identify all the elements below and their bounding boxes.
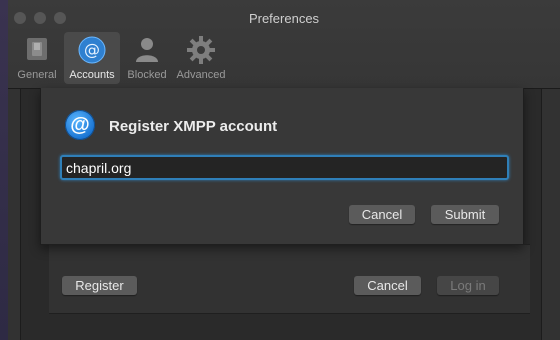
tab-blocked[interactable]: Blocked xyxy=(122,32,172,84)
login-panel-lower xyxy=(49,313,530,340)
cancel-button[interactable]: Cancel xyxy=(354,276,421,295)
register-sheet: @ Register XMPP account Cancel Submit xyxy=(40,88,524,245)
sheet-title: Register XMPP account xyxy=(109,118,278,135)
person-icon xyxy=(133,35,161,66)
server-input[interactable] xyxy=(60,155,509,180)
switch-icon xyxy=(23,35,51,66)
gear-icon xyxy=(186,35,216,68)
svg-text:@: @ xyxy=(84,40,100,59)
sheet-cancel-button[interactable]: Cancel xyxy=(349,205,415,224)
tab-blocked-label: Blocked xyxy=(127,69,167,81)
tab-accounts-label: Accounts xyxy=(69,69,115,81)
login-button[interactable]: Log in xyxy=(437,276,499,295)
tab-general[interactable]: General xyxy=(14,32,60,84)
submit-button[interactable]: Submit xyxy=(431,205,499,224)
desktop-background xyxy=(0,0,8,340)
at-sign-icon: @ xyxy=(65,110,95,140)
tab-advanced[interactable]: Advanced xyxy=(172,32,230,84)
window-title: Preferences xyxy=(248,11,320,26)
at-sign-icon: @ xyxy=(77,35,107,68)
tab-general-label: General xyxy=(17,69,57,81)
toolbar: Preferences General @ Accounts Blocked A… xyxy=(8,0,560,89)
divider xyxy=(49,244,530,245)
register-button[interactable]: Register xyxy=(62,276,137,295)
tab-advanced-label: Advanced xyxy=(176,69,226,81)
tab-accounts[interactable]: @ Accounts xyxy=(64,32,120,84)
